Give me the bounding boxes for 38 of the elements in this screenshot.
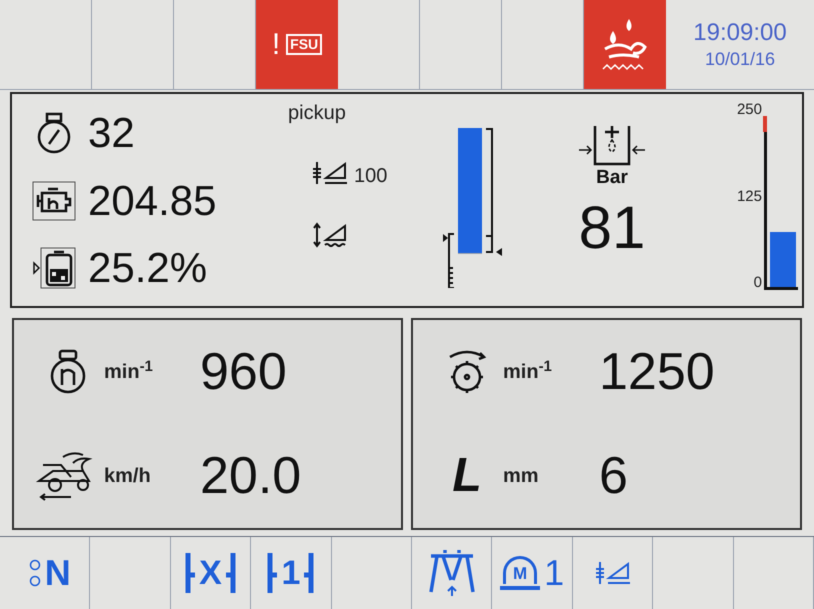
readout-value: 6 [599, 450, 628, 502]
limit-zone-marker [763, 116, 767, 132]
scale-label: 0 [754, 275, 762, 290]
header-icon [428, 548, 475, 598]
reverser-button[interactable]: 1 [251, 537, 332, 609]
clock-time: 19:09:00 [693, 18, 787, 48]
engine-icon [32, 180, 76, 221]
unit-label: km/h [104, 464, 152, 489]
fsu-label: FSU [286, 34, 322, 56]
pickup-height-icon [594, 560, 631, 586]
neutral-gear-button[interactable]: N [10, 537, 90, 609]
pressure-value: 81 [578, 198, 646, 258]
scale-label: 250 [736, 102, 762, 117]
unit-label: mm [503, 464, 540, 489]
scale-bracket-icon [442, 232, 456, 288]
reverser-button[interactable]: X [170, 537, 252, 609]
pressure-unit: Bar [596, 166, 628, 190]
readout-value: 20.0 [200, 450, 302, 502]
fuel-tank-icon [32, 247, 76, 290]
memory-button[interactable]: M 1 [492, 537, 573, 609]
unit-label: min$^{-1}$ [104, 357, 154, 385]
readout-value: 1250 [599, 346, 715, 398]
length-symbol: L [452, 452, 482, 500]
reading-value: 32 [88, 112, 135, 154]
unit-label: min$^{-1}$ [503, 357, 553, 385]
pickup-height-icon [312, 160, 348, 186]
alarm-mark: ! [272, 30, 280, 60]
readout-value: 960 [200, 346, 287, 398]
pressure-tank-icon [577, 124, 647, 166]
reading-value: 25.2% [88, 247, 208, 290]
pickup-ground-icon [312, 222, 348, 248]
pickup-reading: 100 [354, 166, 388, 186]
date-text: 10/01/16 [704, 48, 776, 71]
pickup-label: pickup [287, 101, 347, 126]
two-circles-icon [28, 557, 41, 589]
reading-value: 204.85 [88, 180, 216, 222]
scale-label: 125 [736, 188, 762, 204]
range-bracket-icon [484, 128, 504, 258]
